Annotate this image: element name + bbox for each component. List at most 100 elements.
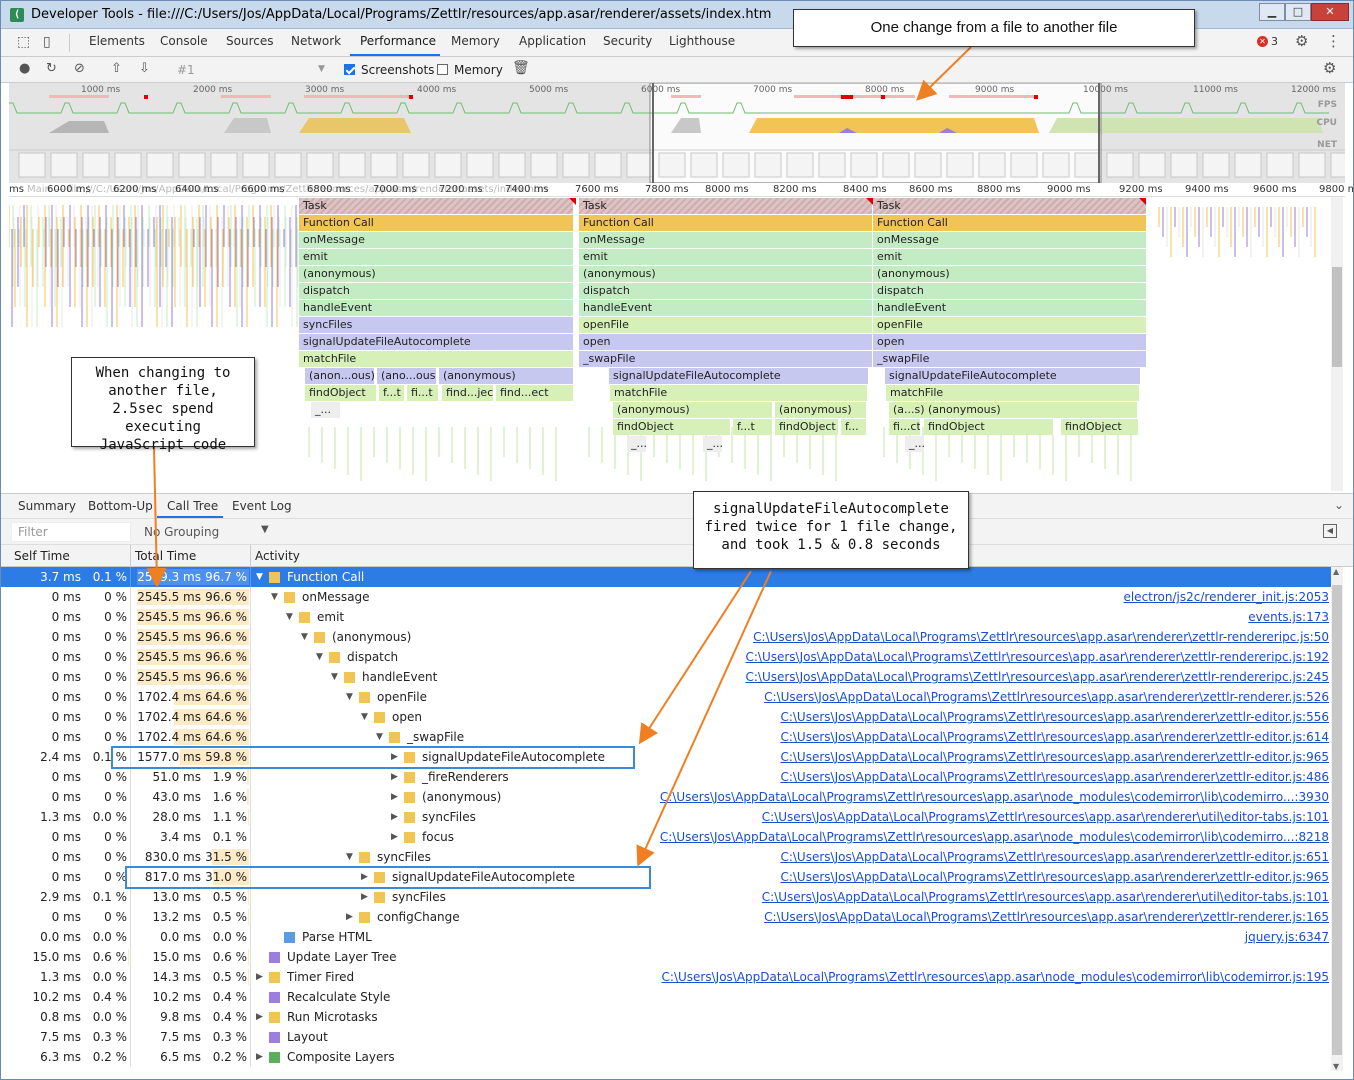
collapse-arrow-icon[interactable]: ▶ bbox=[391, 747, 398, 767]
flame-entry[interactable]: handleEvent bbox=[579, 300, 873, 316]
table-row[interactable]: 7.5 ms 0.3 % 7.5 ms 0.3 % Layout bbox=[1, 1027, 1331, 1047]
flame-entry[interactable]: dispatch bbox=[873, 283, 1147, 299]
reload-record-icon[interactable]: ↻ bbox=[46, 62, 57, 76]
expand-arrow-icon[interactable]: ▼ bbox=[361, 707, 368, 727]
collapse-arrow-icon[interactable]: ▶ bbox=[391, 807, 398, 827]
expand-arrow-icon[interactable]: ▼ bbox=[271, 587, 278, 607]
flame-entry[interactable]: (anonymous) bbox=[613, 402, 773, 418]
flame-entry[interactable]: (ano...ous) bbox=[377, 368, 437, 384]
profile-select[interactable]: #1 bbox=[177, 63, 195, 77]
collapse-arrow-icon[interactable]: ▶ bbox=[346, 907, 353, 927]
table-row[interactable]: 1.3 ms 0.0 % 14.3 ms 0.5 % ▶ Timer Fired C:\Us… bbox=[1, 967, 1331, 987]
table-row[interactable]: 0 ms 0 % 2545.5 ms 96.6 % ▼ dispatch C:\Users\… bbox=[1, 647, 1331, 667]
source-link[interactable]: C:\Users\Jos\AppData\Local\Programs\Zett… bbox=[662, 967, 1329, 987]
tab-event-log[interactable]: Event Log bbox=[232, 499, 292, 513]
error-icon[interactable]: ✕ bbox=[1257, 36, 1268, 47]
flame-entry[interactable]: handleEvent bbox=[299, 300, 574, 316]
collapse-arrow-icon[interactable]: ▶ bbox=[256, 967, 263, 987]
tab-application[interactable]: Application bbox=[519, 34, 586, 48]
collapse-arrow-icon[interactable]: ▶ bbox=[361, 867, 368, 887]
filter-input[interactable]: Filter bbox=[11, 522, 131, 542]
minimize-button[interactable]: ▁ bbox=[1259, 3, 1285, 21]
flame-entry[interactable]: emit bbox=[873, 249, 1147, 265]
chevron-down-icon[interactable]: ▼ bbox=[318, 64, 325, 74]
source-link[interactable]: C:\Users\Jos\AppData\Local\Programs\Zett… bbox=[660, 827, 1329, 847]
expand-arrow-icon[interactable]: ▼ bbox=[331, 667, 338, 687]
flame-entry[interactable]: signalUpdateFileAutocomplete bbox=[609, 368, 869, 384]
flame-entry[interactable]: findObject bbox=[924, 419, 1054, 435]
table-row[interactable]: 0 ms 0 % 2545.5 ms 96.6 % ▼ (anonymous) C:\Use… bbox=[1, 627, 1331, 647]
table-row[interactable]: 1.3 ms 0.0 % 28.0 ms 1.1 % ▶ syncFiles C:\User… bbox=[1, 807, 1331, 827]
flame-entry[interactable]: openFile bbox=[579, 317, 873, 333]
flame-entry[interactable]: f... bbox=[841, 419, 867, 435]
flame-entry[interactable]: f...t bbox=[733, 419, 773, 435]
collapse-arrow-icon[interactable]: ▶ bbox=[391, 827, 398, 847]
flame-entry[interactable]: handleEvent bbox=[873, 300, 1147, 316]
table-row[interactable]: 3.7 ms 0.1 % 2549.3 ms 96.7 % ▼ Function Call bbox=[1, 567, 1331, 587]
expand-arrow-icon[interactable]: ▼ bbox=[286, 607, 293, 627]
save-profile-icon[interactable]: ⇩ bbox=[139, 62, 150, 76]
self-time-header[interactable]: Self Time bbox=[14, 549, 70, 563]
table-row[interactable]: 0 ms 0 % 13.2 ms 0.5 % ▶ configChange C:\Users… bbox=[1, 907, 1331, 927]
source-link[interactable]: C:\Users\Jos\AppData\Local\Programs\Zett… bbox=[753, 627, 1329, 647]
collapse-arrow-icon[interactable]: ▶ bbox=[361, 887, 368, 907]
expand-arrow-icon[interactable]: ▼ bbox=[301, 627, 308, 647]
flame-entry[interactable]: syncFiles bbox=[299, 317, 574, 333]
collapse-arrow-icon[interactable]: ▶ bbox=[391, 787, 398, 807]
expand-arrow-icon[interactable]: ▼ bbox=[346, 847, 353, 867]
flame-entry[interactable]: emit bbox=[579, 249, 873, 265]
flame-entry[interactable]: fi...ct bbox=[889, 419, 921, 435]
source-link[interactable]: C:\Users\Jos\AppData\Local\Programs\Zett… bbox=[660, 787, 1329, 807]
grouping-select[interactable]: No Grouping bbox=[144, 525, 219, 539]
chevron-down-icon[interactable]: ▼ bbox=[261, 524, 269, 535]
flame-entry[interactable]: dispatch bbox=[579, 283, 873, 299]
tab-console[interactable]: Console bbox=[160, 34, 208, 48]
flame-entry[interactable]: f...t bbox=[379, 385, 405, 401]
flame-entry[interactable]: (anon...ous) bbox=[305, 368, 375, 384]
source-link[interactable]: electron/js2c/renderer_init.js:2053 bbox=[1123, 587, 1329, 607]
collapse-arrow-icon[interactable]: ▶ bbox=[391, 767, 398, 787]
flame-entry[interactable]: onMessage bbox=[579, 232, 873, 248]
table-row[interactable]: 6.3 ms 0.2 % 6.5 ms 0.2 % ▶ Composite Layers bbox=[1, 1047, 1331, 1067]
table-row[interactable]: 0 ms 0 % 51.0 ms 1.9 % ▶ _fireRenderers C:\Use… bbox=[1, 767, 1331, 787]
table-row[interactable]: 15.0 ms 0.6 % 15.0 ms 0.6 % Update Layer Tre… bbox=[1, 947, 1331, 967]
table-row[interactable]: 0 ms 0 % 1702.4 ms 64.6 % ▼ openFile C:\Users\… bbox=[1, 687, 1331, 707]
source-link[interactable]: C:\Users\Jos\AppData\Local\Programs\Zett… bbox=[762, 887, 1329, 907]
tab-summary[interactable]: Summary bbox=[18, 499, 76, 513]
flame-entry[interactable]: Function Call bbox=[579, 215, 873, 231]
flame-entry[interactable]: dispatch bbox=[299, 283, 574, 299]
tab-bottom-up[interactable]: Bottom-Up bbox=[88, 499, 153, 513]
collapse-arrow-icon[interactable]: ▶ bbox=[256, 1047, 263, 1067]
flame-entry[interactable]: _... bbox=[311, 402, 341, 418]
flame-entry[interactable]: findObject bbox=[613, 419, 731, 435]
flame-entry[interactable]: _swapFile bbox=[579, 351, 873, 367]
source-link[interactable]: C:\Users\Jos\AppData\Local\Programs\Zett… bbox=[764, 907, 1329, 927]
flame-entry[interactable]: fi...t bbox=[407, 385, 439, 401]
tab-security[interactable]: Security bbox=[603, 34, 652, 48]
flame-entry[interactable]: (anonymous) bbox=[439, 368, 574, 384]
toggle-sidebar-icon[interactable]: ◀ bbox=[1323, 524, 1337, 538]
flame-entry[interactable]: Function Call bbox=[299, 215, 574, 231]
tab-sources[interactable]: Sources bbox=[226, 34, 273, 48]
table-row[interactable]: 0 ms 0 % 1702.4 ms 64.6 % ▼ _swapFile C:\Users… bbox=[1, 727, 1331, 747]
table-row[interactable]: 2.9 ms 0.1 % 13.0 ms 0.5 % ▶ syncFiles C:\User… bbox=[1, 887, 1331, 907]
flame-entry[interactable]: (a...s) bbox=[889, 402, 925, 418]
flame-entry[interactable]: openFile bbox=[873, 317, 1147, 333]
flame-entry[interactable]: _... bbox=[905, 436, 925, 452]
flame-entry[interactable]: matchFile bbox=[886, 385, 1140, 401]
table-row[interactable]: 10.2 ms 0.4 % 10.2 ms 0.4 % Recalculate Styl… bbox=[1, 987, 1331, 1007]
flame-entry[interactable]: Task bbox=[873, 198, 1147, 214]
flame-entry[interactable]: Task bbox=[299, 198, 574, 214]
source-link[interactable]: C:\Users\Jos\AppData\Local\Programs\Zett… bbox=[764, 687, 1329, 707]
source-link[interactable]: C:\Users\Jos\AppData\Local\Programs\Zett… bbox=[780, 727, 1329, 747]
table-row[interactable]: 0 ms 0 % 43.0 ms 1.6 % ▶ (anonymous) C:\Users\… bbox=[1, 787, 1331, 807]
flame-entry[interactable]: (anonymous) bbox=[924, 402, 1138, 418]
table-row[interactable]: 0 ms 0 % 2545.5 ms 96.6 % ▼ onMessage electron… bbox=[1, 587, 1331, 607]
maximize-button[interactable]: □ bbox=[1285, 3, 1311, 21]
source-link[interactable]: C:\Users\Jos\AppData\Local\Programs\Zett… bbox=[780, 747, 1329, 767]
flame-entry[interactable]: matchFile bbox=[610, 385, 868, 401]
capture-settings-gear-icon[interactable]: ⚙ bbox=[1323, 61, 1336, 76]
flame-entry[interactable]: (anonymous) bbox=[873, 266, 1147, 282]
flame-entry[interactable]: open bbox=[873, 334, 1147, 350]
screenshots-checkbox[interactable] bbox=[344, 64, 355, 75]
